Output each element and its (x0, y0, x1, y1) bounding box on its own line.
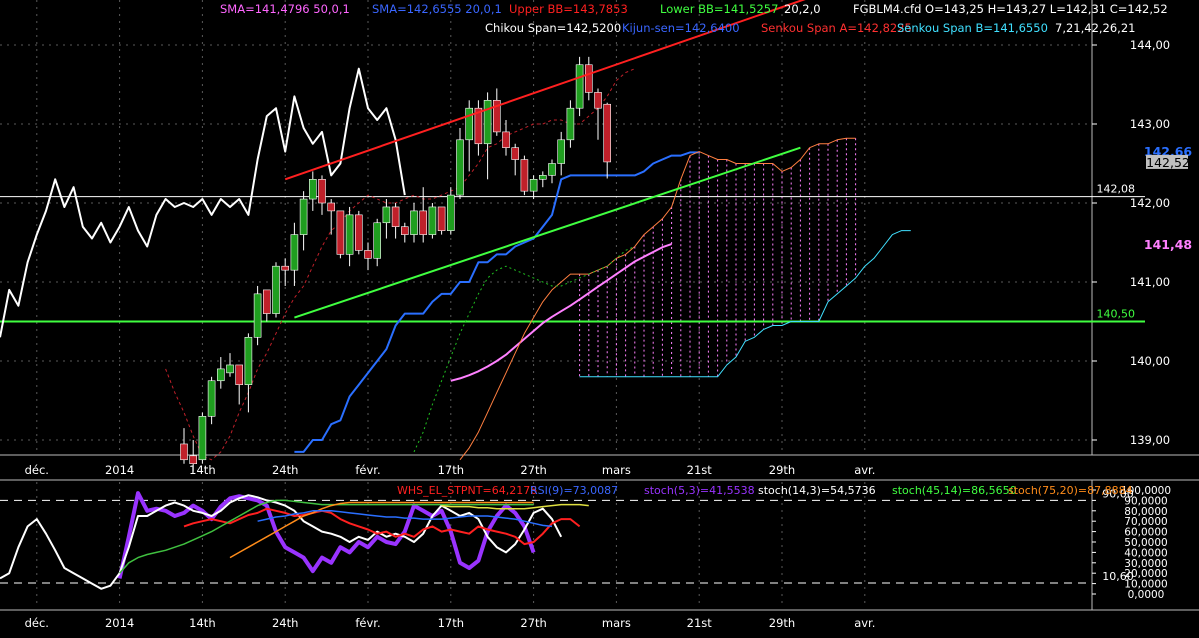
date-tick-label: févr. (355, 463, 380, 477)
legend-rsi: RSI(9)=73,0087 (530, 484, 618, 497)
osc-date-tick-label: 2014 (105, 616, 134, 630)
candle-body (465, 107, 474, 141)
price-marker-label: 141,48 (1144, 237, 1192, 252)
date-tick-label: 29th (769, 463, 795, 477)
price-tick-label: 141,00 (1130, 275, 1170, 289)
candle-body (253, 293, 262, 338)
date-tick-label: 2014 (105, 463, 134, 477)
chart-canvas[interactable]: 142,08 140,50 144,00 143,00 142,00 141,00 140… (0, 0, 1199, 634)
chart-workspace: 142,08 140,50 144,00 143,00 142,00 141,00 140… (0, 0, 1199, 634)
price-tick-label: 144,00 (1130, 38, 1170, 52)
osc-date-tick-label: mars (602, 616, 631, 630)
candle-body (180, 443, 188, 461)
candle-body (336, 210, 345, 255)
date-tick-label: 14th (189, 463, 215, 477)
candle-body (437, 206, 446, 231)
osc-date-tick-label: avr. (854, 616, 875, 630)
osc-date-tick-label: 29th (769, 616, 795, 630)
oscillator-legend: WHS_EL_STPNT=64,2176 RSI(9)=73,0087 stoc… (397, 484, 1133, 497)
candle-body (584, 64, 593, 93)
level-label: 142,08 (1097, 183, 1136, 196)
candle-body (226, 364, 234, 374)
legend-upper-bb: Upper BB=143,7853 (509, 2, 628, 16)
candle-body (299, 198, 308, 235)
date-tick-label: déc. (25, 463, 49, 477)
legend-sma50: SMA=141,4796 50,0,1 (220, 2, 350, 16)
legend-whs: WHS_EL_STPNT=64,2176 (397, 484, 537, 497)
candle-body (594, 92, 602, 109)
legend-bb-params: 20,2,0 (784, 2, 821, 16)
candle-body (382, 206, 391, 224)
candle-body (373, 222, 382, 259)
price-tick-label: 143,00 (1130, 117, 1170, 131)
osc-date-tick-label: 24th (272, 616, 298, 630)
date-tick-label: 17th (438, 463, 464, 477)
candle-body (400, 226, 409, 235)
candle-body (520, 159, 529, 192)
candle-body (281, 265, 290, 271)
candle-body (538, 175, 547, 180)
candle-body (327, 202, 336, 212)
candle-body (529, 179, 538, 192)
candle-body (217, 368, 225, 382)
candle-body (428, 206, 437, 235)
legend-chikou: Chikou Span=142,5200 (485, 21, 621, 35)
candle-body (419, 210, 428, 235)
osc-date-tick-label: déc. (25, 616, 49, 630)
candle-body (603, 103, 612, 163)
legend-sma20: SMA=142,6555 20,0,1 (372, 2, 502, 16)
date-tick-label: 27th (520, 463, 546, 477)
candle-body (272, 265, 280, 314)
candle-body (235, 364, 243, 386)
candle-body (566, 107, 575, 141)
candle-body (575, 64, 584, 109)
candle-body (483, 100, 492, 145)
legend-kijun: Kijun-sen=142,6400 (622, 21, 740, 35)
candle-body (502, 131, 510, 148)
date-tick-label: avr. (854, 463, 875, 477)
legend-stoch-45-14: stoch(45,14)=86,5650 (892, 484, 1017, 497)
candle-body (446, 194, 455, 231)
price-tick-label: 142,00 (1130, 196, 1170, 210)
legend-stoch-75-20: stoch(75,20)=87,8884 (1008, 484, 1133, 497)
osc-date-tick-label: 27th (520, 616, 546, 630)
candle-body (364, 250, 372, 259)
level-label: 140,50 (1097, 308, 1136, 321)
osc-date-tick-label: 21st (687, 616, 713, 630)
candle-body (391, 206, 400, 227)
osc-date-tick-label: févr. (355, 616, 380, 630)
price-marker-label: 142,52 (1146, 155, 1190, 170)
osc-tick-label: 0,0000 (1128, 589, 1165, 601)
osc-date-tick-label: 14th (189, 616, 215, 630)
candle-body (345, 214, 354, 255)
candle-body (207, 380, 216, 417)
legend-senkou-b: Senkou Span B=141,6550 (897, 21, 1048, 35)
date-tick-label: mars (602, 463, 631, 477)
date-tick-label: 24th (272, 463, 298, 477)
legend-lower-bb: Lower BB=141,5257 (660, 2, 778, 16)
candle-body (198, 415, 207, 461)
price-tick-label: 139,00 (1130, 433, 1170, 447)
legend-stoch-5-3: stoch(5,3)=41,5538 (644, 484, 755, 497)
osc-date-tick-label: 17th (438, 616, 464, 630)
date-tick-label: 21st (687, 463, 713, 477)
candle-body (290, 234, 299, 271)
legend-stoch-14-3: stoch(14,3)=54,5736 (758, 484, 876, 497)
legend-symbol-ohlc: FGBLM4.cfd O=143,25 H=143,27 L=142,31 C=… (853, 2, 1168, 16)
candle-body (308, 179, 317, 200)
price-tick-label: 140,00 (1130, 354, 1170, 368)
candle-body (456, 139, 464, 196)
candle-body (410, 210, 418, 235)
candle-body (318, 179, 326, 204)
candle-body (354, 214, 363, 251)
candle-body (262, 289, 271, 314)
legend-senkou-a: Senkou Span A=142,8225 (761, 21, 912, 35)
candle-body (511, 147, 520, 160)
candle-body (548, 163, 556, 176)
candle-body (557, 139, 566, 164)
candle-body (244, 336, 253, 385)
legend-ichimoku-params: 7,21,42,26,21 (1055, 21, 1135, 35)
